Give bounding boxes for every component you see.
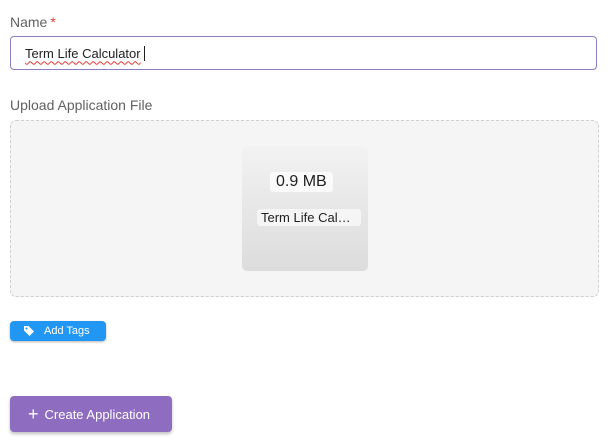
add-tags-label: Add Tags <box>44 325 90 337</box>
name-label-text: Name <box>10 14 48 30</box>
name-label: Name * <box>10 14 56 30</box>
create-application-label: Create Application <box>44 406 151 422</box>
upload-label: Upload Application File <box>10 97 153 113</box>
name-input[interactable]: Term Life Calculator <box>10 36 597 70</box>
file-size: 0.9 MB <box>270 172 333 192</box>
create-application-button[interactable]: + Create Application <box>10 396 172 432</box>
add-tags-button[interactable]: Add Tags <box>10 321 106 341</box>
required-marker: * <box>50 14 56 30</box>
tag-icon <box>24 326 34 336</box>
plus-icon: + <box>28 404 39 424</box>
text-caret <box>143 45 145 61</box>
file-name: Term Life Calculator <box>257 209 361 226</box>
name-input-value: Term Life Calculator <box>25 45 141 61</box>
create-application-form: Name * Term Life Calculator Upload Applic… <box>0 0 615 444</box>
uploaded-file-card[interactable]: 0.9 MB Term Life Calculator <box>242 146 368 271</box>
